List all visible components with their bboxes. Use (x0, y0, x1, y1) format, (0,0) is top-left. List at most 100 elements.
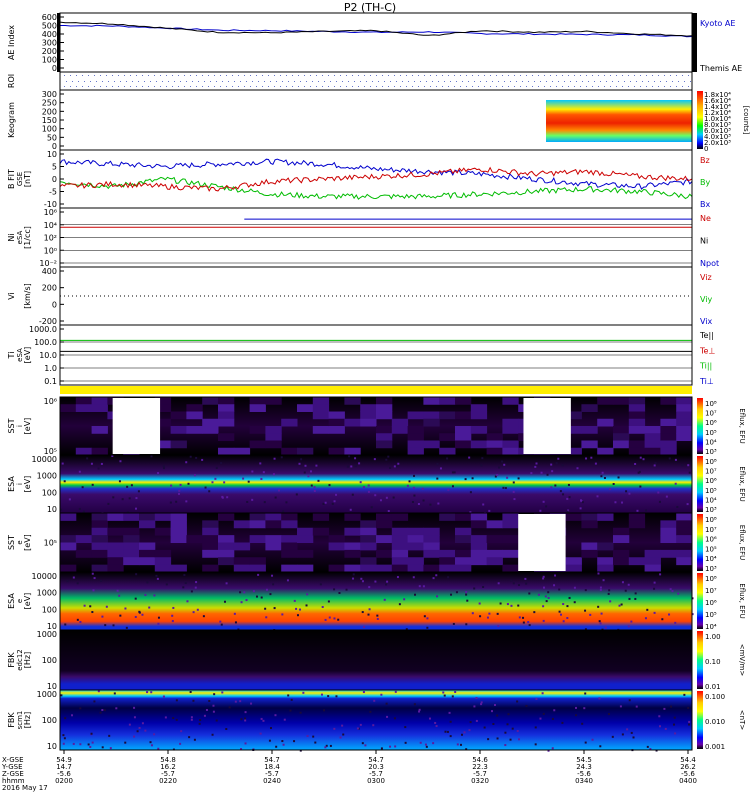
roi-dot (304, 75, 305, 76)
spectrogram-speckle (554, 574, 557, 577)
roi-dot (360, 81, 361, 82)
spectrogram-speckle (109, 747, 112, 750)
spectrogram-speckle (506, 723, 509, 726)
roi-dot (232, 86, 233, 87)
y-tick-label: 1000 (37, 472, 57, 481)
spectrogram-speckle (313, 489, 316, 492)
spectrogram-cell (233, 542, 251, 551)
spectrogram-cell (423, 411, 440, 420)
spectrogram-speckle (499, 602, 502, 605)
spectrogram-speckle (687, 464, 690, 467)
spectrogram-speckle (190, 718, 193, 721)
spectrogram-speckle (162, 695, 165, 698)
spectrogram-speckle (413, 494, 416, 497)
roi-dot (682, 86, 683, 87)
spectrogram-cell (407, 535, 424, 543)
spectrogram-cell (233, 564, 251, 573)
spectrogram-cell (186, 404, 203, 412)
y-tick-label: 1.0 (44, 364, 57, 373)
spectrogram-cell (470, 542, 488, 551)
spectrogram-cell (376, 564, 393, 573)
x-tick-value: 0340 (575, 777, 593, 785)
spectrogram-cell (233, 447, 251, 456)
legend-entry: Ti|| (699, 362, 712, 371)
legend-entry: Ni (700, 237, 708, 246)
spectrogram-speckle (153, 594, 156, 597)
spectrogram-speckle (422, 585, 425, 588)
spectrogram-speckle (550, 486, 553, 489)
spectrogram-speckle (341, 724, 344, 727)
roi-dot (378, 81, 379, 82)
spectrogram-speckle (329, 744, 332, 747)
spectrogram-speckle (346, 465, 349, 468)
spectrogram-cell (660, 426, 677, 434)
spectrogram-speckle (512, 481, 515, 484)
spectrogram-speckle (435, 725, 438, 728)
roi-dot (568, 86, 569, 87)
spectrogram-speckle (478, 602, 481, 605)
spectrogram-cell (186, 411, 203, 420)
spectrogram-speckle (646, 608, 649, 611)
spectrogram-speckle (333, 617, 336, 620)
spectrogram-speckle (522, 616, 525, 619)
colorbar-tick-label: 0.100 (705, 693, 725, 701)
y-tick-label: 100 (42, 716, 57, 725)
spectrogram-cell (565, 564, 582, 573)
roi-dot (132, 81, 133, 82)
roi-dot (562, 75, 563, 76)
spectrogram-background (60, 690, 692, 750)
legend-entry: By (700, 178, 710, 187)
spectrogram-cell (502, 520, 519, 529)
roi-dot (472, 75, 473, 76)
spectrogram-speckle (671, 590, 674, 593)
spectrogram-speckle (359, 723, 362, 726)
spectrogram-cell (328, 411, 345, 420)
spectrogram-speckle (506, 476, 509, 479)
spectrogram-speckle (193, 474, 196, 477)
spectrogram-cell (107, 557, 124, 566)
spectrogram-speckle (449, 735, 452, 738)
spectrogram-speckle (220, 462, 223, 465)
roi-dot (442, 86, 443, 87)
roi-dot (366, 81, 367, 82)
spectrogram-cell (249, 397, 266, 405)
spectrogram-speckle (408, 480, 411, 483)
roi-dot (198, 81, 199, 82)
spectrogram-speckle (448, 711, 451, 714)
spectrogram-speckle (584, 589, 587, 592)
spectrogram-cell (470, 520, 488, 529)
spectrogram-speckle (403, 598, 406, 601)
spectrogram-cell (423, 527, 440, 536)
spectrogram-speckle (203, 714, 206, 717)
spectrogram-cell (455, 527, 472, 536)
spectrogram-cell (91, 513, 108, 521)
roi-dot (94, 86, 95, 87)
spectrogram-speckle (146, 581, 149, 584)
spectrogram-cell (486, 557, 503, 566)
spectrogram-speckle (134, 507, 137, 510)
spectrogram-speckle (528, 624, 531, 627)
spectrogram-speckle (91, 572, 94, 575)
roi-dot (498, 81, 499, 82)
roi-dot (504, 81, 505, 82)
spectrogram-speckle (317, 479, 320, 482)
spectrogram-cell (581, 549, 598, 558)
spectrogram-speckle (150, 744, 153, 747)
spectrogram-speckle (639, 485, 642, 488)
spectrogram-cell (628, 397, 646, 405)
spectrogram-cell (202, 564, 219, 573)
roi-dot (214, 86, 215, 87)
roi-dot (126, 81, 127, 82)
spectrogram-speckle (510, 604, 513, 607)
colorbar-label: <nT> (738, 710, 746, 731)
roi-dot (480, 81, 481, 82)
spectrogram-speckle (352, 577, 355, 580)
spectrogram-cell (265, 440, 282, 449)
spectrogram-speckle (150, 455, 153, 458)
spectrogram-speckle (627, 583, 630, 586)
spectrogram-speckle (426, 617, 429, 620)
spectrogram-speckle (661, 618, 664, 621)
spectrogram-cell (312, 426, 330, 434)
spectrogram-cell (123, 542, 140, 551)
spectrogram-speckle (262, 719, 265, 722)
